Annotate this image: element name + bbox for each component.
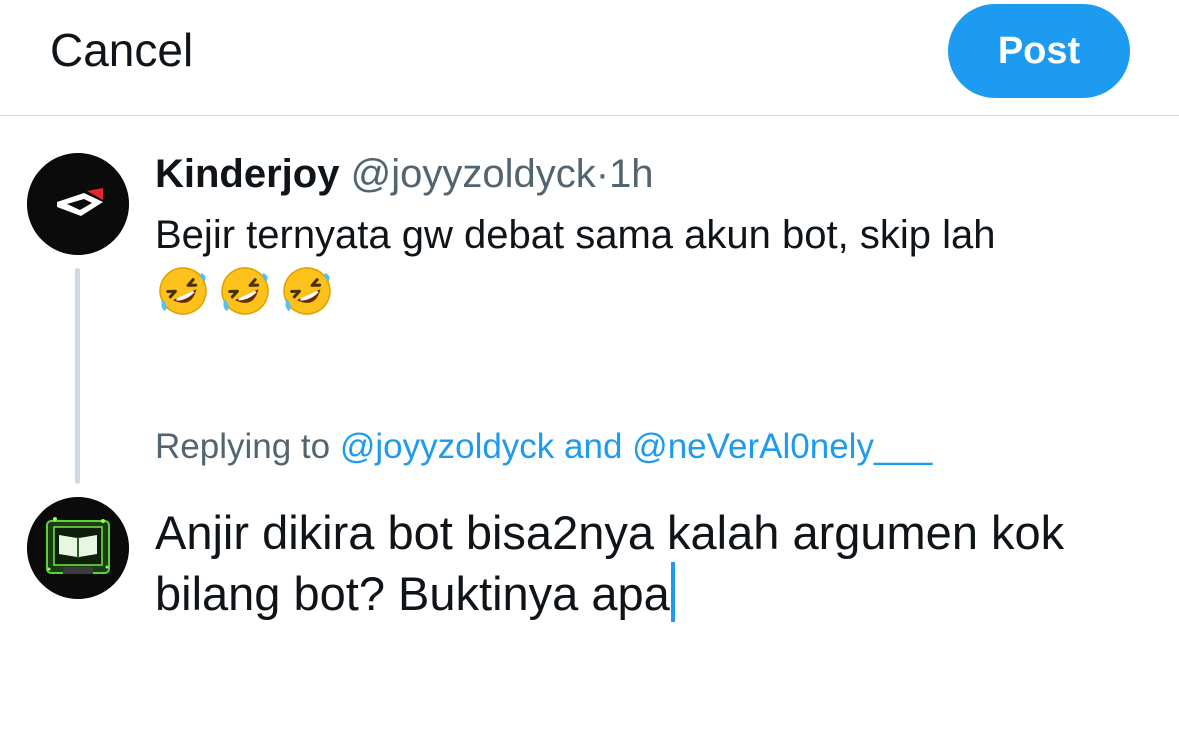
kinderjoy-logo-icon (27, 153, 129, 255)
cancel-button[interactable]: Cancel (50, 22, 193, 78)
separator-dot: · (595, 152, 610, 196)
book-chest-logo-icon (27, 497, 129, 599)
avatar[interactable] (27, 153, 129, 255)
replying-to-prefix: Replying to (155, 427, 340, 466)
mention-joiner[interactable]: and (554, 427, 632, 466)
rolling-on-floor-laughing-icon (283, 267, 331, 315)
avatar[interactable] (27, 497, 129, 599)
rolling-on-floor-laughing-icon (221, 267, 269, 315)
text-caret (670, 562, 675, 622)
timestamp: 1h (609, 152, 654, 196)
handle[interactable]: @joyyzoldyck (351, 152, 596, 196)
mention-link[interactable]: @neVerAl0nely___ (632, 427, 932, 466)
emoji-row (157, 265, 333, 317)
display-name[interactable]: Kinderjoy (155, 152, 339, 196)
thread-line (75, 268, 80, 484)
replying-to-context: Replying to @joyyzoldyck and @neVerAl0ne… (155, 425, 932, 469)
tweet-header: Kinderjoy @joyyzoldyck·1h (155, 150, 654, 198)
compose-textarea[interactable]: Anjir dikira bot bisa2nya kalah argumen … (155, 504, 1145, 623)
compose-header: Cancel Post (0, 0, 1179, 116)
post-button[interactable]: Post (948, 4, 1130, 98)
tweet-text: Bejir ternyata gw debat sama akun bot, s… (155, 213, 996, 257)
mention-link[interactable]: @joyyzoldyck (340, 427, 554, 466)
compose-text: Anjir dikira bot bisa2nya kalah argumen … (155, 506, 1065, 620)
rolling-on-floor-laughing-icon (159, 267, 207, 315)
